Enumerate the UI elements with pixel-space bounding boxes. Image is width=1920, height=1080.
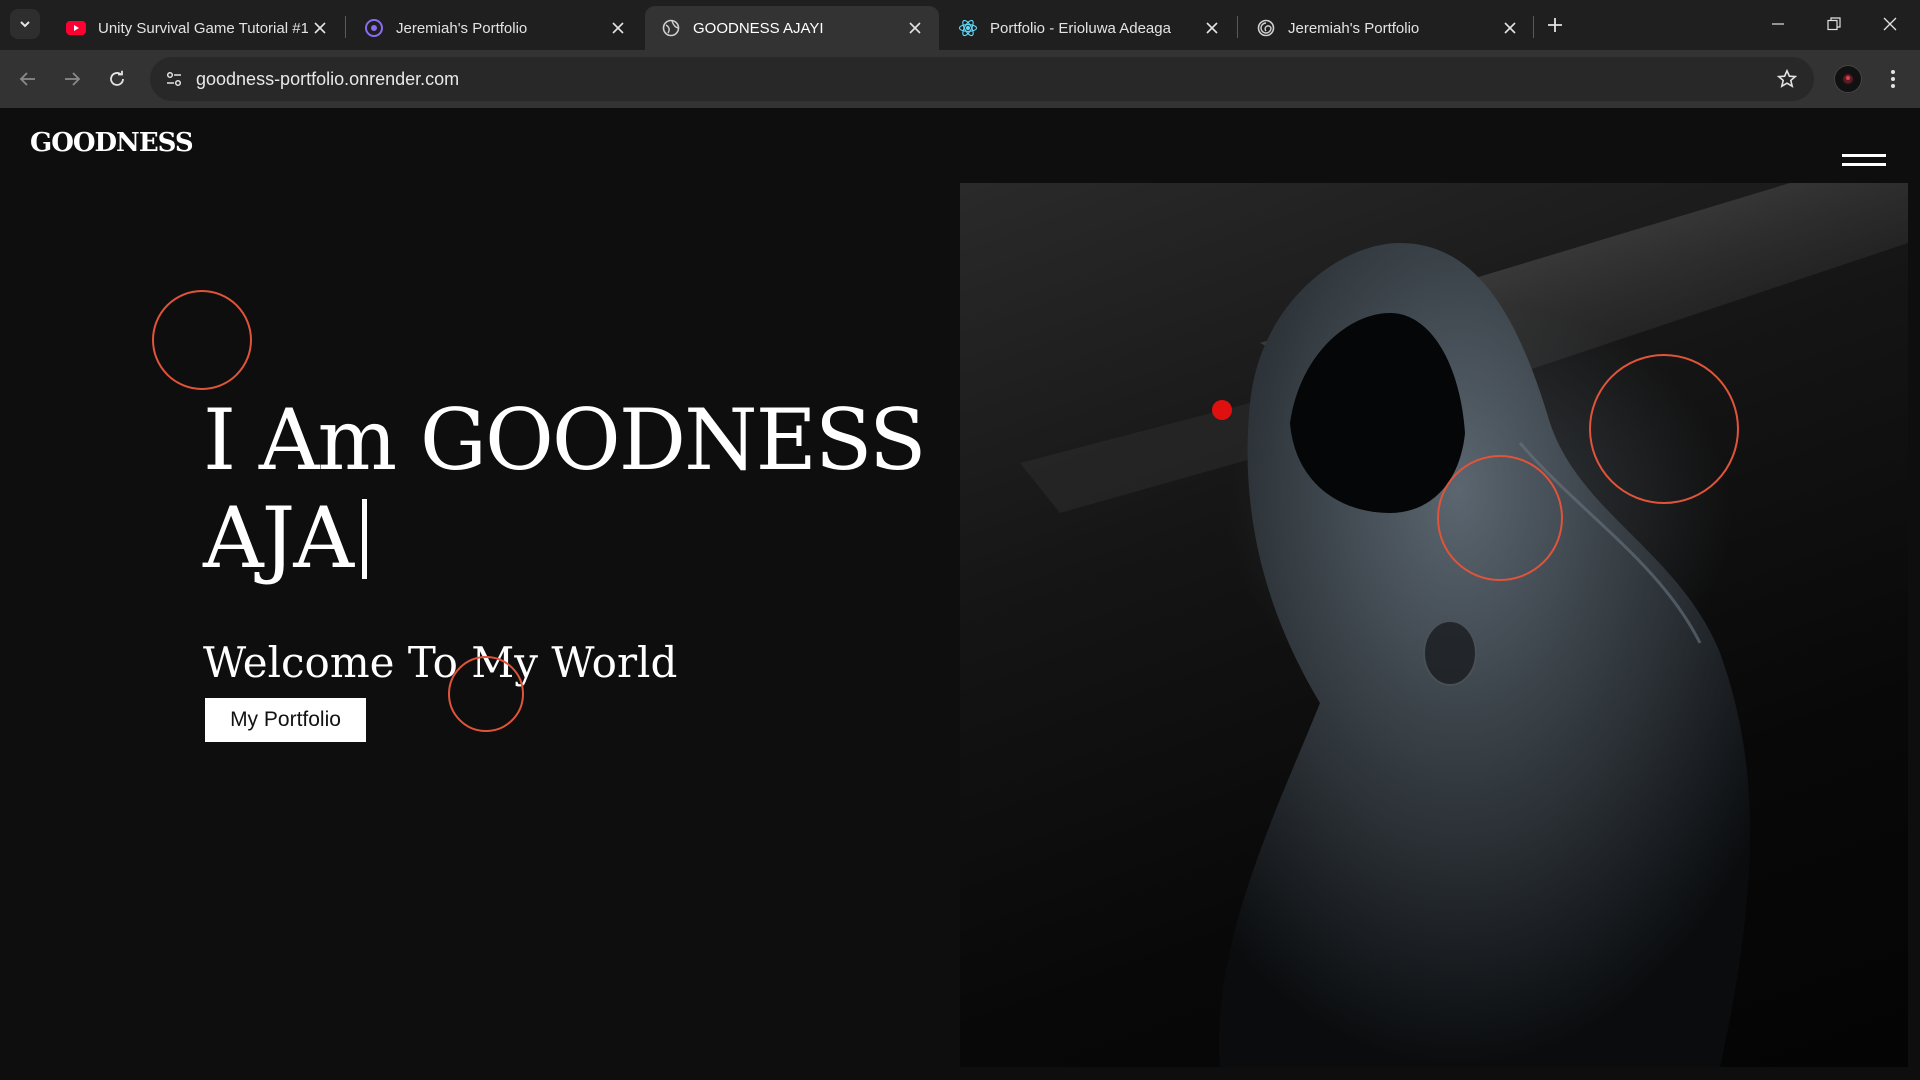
- red-dot: [1212, 400, 1232, 420]
- forward-button[interactable]: [56, 63, 88, 95]
- tab-separator: [1237, 16, 1238, 38]
- plus-icon: [1548, 18, 1562, 32]
- site-info-icon[interactable]: [160, 65, 188, 93]
- close-window-button[interactable]: [1862, 4, 1918, 44]
- hooded-figure-image: [1020, 183, 1908, 1067]
- new-tab-button[interactable]: [1541, 11, 1569, 39]
- tab-goodness-ajayi[interactable]: GOODNESS AJAYI: [645, 6, 939, 50]
- hero-title-line1: I Am GOODNESS: [203, 391, 927, 489]
- decorative-ring: [1589, 354, 1739, 504]
- back-button[interactable]: [12, 63, 44, 95]
- arrow-left-icon: [19, 72, 35, 86]
- typing-cursor: [362, 499, 367, 579]
- tab-title: GOODNESS AJAYI: [693, 19, 824, 37]
- restore-icon: [1827, 17, 1841, 31]
- tab-strip: Unity Survival Game Tutorial #1 Jeremiah…: [0, 0, 1920, 50]
- globe-icon: [661, 18, 681, 38]
- hamburger-menu-icon[interactable]: [1842, 148, 1886, 172]
- close-icon: [1883, 17, 1897, 31]
- close-tab-icon[interactable]: [1498, 16, 1522, 40]
- reload-icon: [110, 70, 124, 86]
- react-icon: [958, 18, 978, 38]
- tab-separator: [1533, 16, 1534, 38]
- tab-unity-tutorial[interactable]: Unity Survival Game Tutorial #1: [50, 6, 344, 50]
- more-vertical-icon: [1891, 70, 1895, 88]
- browser-menu-button[interactable]: [1878, 63, 1908, 95]
- bookmark-star-icon[interactable]: [1774, 66, 1800, 92]
- tab-title: Portfolio - Erioluwa Adeaga: [990, 19, 1171, 37]
- minimize-button[interactable]: [1750, 4, 1806, 44]
- address-bar[interactable]: goodness-portfolio.onrender.com: [150, 57, 1814, 101]
- tab-title: Jeremiah's Portfolio: [396, 19, 528, 37]
- close-tab-icon[interactable]: [1200, 16, 1224, 40]
- browser-toolbar: goodness-portfolio.onrender.com: [0, 50, 1920, 108]
- tab-jeremiah-portfolio[interactable]: Jeremiah's Portfolio: [348, 6, 642, 50]
- tab-erioluwa-portfolio[interactable]: Portfolio - Erioluwa Adeaga: [942, 6, 1236, 50]
- close-tab-icon[interactable]: [606, 16, 630, 40]
- my-portfolio-button[interactable]: My Portfolio: [205, 698, 366, 742]
- decorative-ring: [152, 290, 252, 390]
- minimize-icon: [1772, 23, 1784, 25]
- chevron-down-icon: [20, 21, 30, 28]
- tab-title: Unity Survival Game Tutorial #1: [98, 19, 308, 37]
- hero-image: [960, 183, 1908, 1067]
- youtube-icon: [66, 18, 86, 38]
- restore-button[interactable]: [1806, 4, 1862, 44]
- url-text[interactable]: goodness-portfolio.onrender.com: [196, 69, 459, 90]
- spiral-icon: [1256, 18, 1276, 38]
- profile-avatar[interactable]: [1834, 65, 1862, 93]
- arrow-right-icon: [65, 72, 81, 86]
- tab-separator: [345, 16, 346, 38]
- decorative-ring: [1437, 455, 1563, 581]
- reload-button[interactable]: [101, 63, 133, 95]
- tab-title: Jeremiah's Portfolio: [1288, 19, 1420, 37]
- hero-subtitle: Welcome To My World: [203, 638, 678, 687]
- hero-title-line2: AJA: [203, 489, 354, 587]
- decorative-ring: [448, 656, 524, 732]
- portfolio-page: GOODNESS I Am GOODNESS AJA Welcome To My…: [0, 108, 1920, 1080]
- profile-icon: [1843, 74, 1853, 84]
- hero-title: I Am GOODNESS AJA: [203, 391, 927, 587]
- tab-search-button[interactable]: [10, 9, 40, 39]
- close-tab-icon[interactable]: [308, 16, 332, 40]
- jeremiah-site-icon: [364, 18, 384, 38]
- close-tab-icon[interactable]: [903, 16, 927, 40]
- tab-jeremiah-portfolio-2[interactable]: Jeremiah's Portfolio: [1240, 6, 1534, 50]
- site-logo[interactable]: GOODNESS: [30, 128, 194, 158]
